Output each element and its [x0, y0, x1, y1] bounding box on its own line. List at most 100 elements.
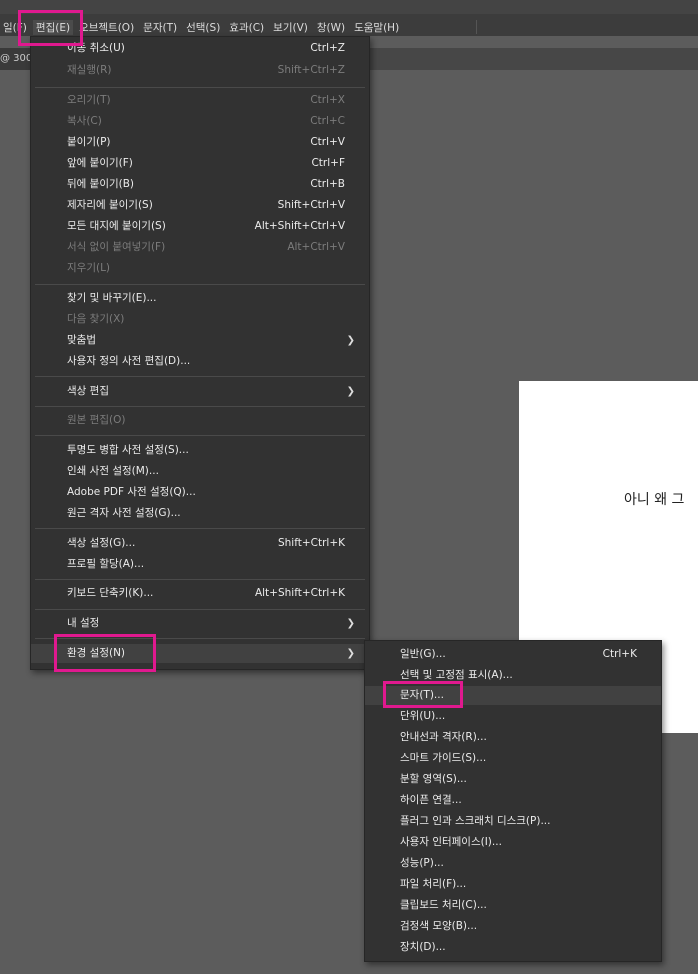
guides-grid-label: 안내선과 격자(R)...: [400, 731, 487, 743]
menu-separator: [35, 376, 365, 377]
keyboard-shortcuts-label: 키보드 단축키(K)...: [67, 587, 154, 599]
chevron-right-icon: ❯: [346, 648, 355, 659]
perspective-presets-label: 원근 격자 사전 설정(G)...: [67, 507, 181, 519]
submenu-item-hyphenation[interactable]: 하이픈 연결...: [365, 791, 661, 810]
menu-item-spelling[interactable]: 맞춤법 ❯: [31, 331, 369, 350]
submenu-item-units[interactable]: 단위(U)...: [365, 707, 661, 726]
submenu-item-selection-anchor[interactable]: 선택 및 고정점 표시(A)...: [365, 666, 661, 685]
clipboard-label: 클립보드 처리(C)...: [400, 899, 487, 911]
assign-profile-label: 프로필 할당(A)...: [67, 558, 145, 570]
paste-all-label: 모든 대지에 붙이기(S): [67, 220, 166, 232]
menu-item-transparency-presets[interactable]: 투명도 병합 사전 설정(S)...: [31, 441, 369, 460]
smart-guides-label: 스마트 가이드(S)...: [400, 752, 487, 764]
menu-item-perspective-presets[interactable]: 원근 격자 사전 설정(G)...: [31, 504, 369, 523]
menu-select[interactable]: 선택(S): [183, 20, 223, 35]
menu-object[interactable]: 오브젝트(O): [76, 20, 137, 35]
undo-label: 이동 취소(U): [67, 42, 125, 54]
menu-separator: [35, 406, 365, 407]
menu-item-paste-in-place[interactable]: 제자리에 붙이기(S) Shift+Ctrl+V: [31, 196, 369, 215]
custom-dictionary-label: 사용자 정의 사전 편집(D)...: [67, 355, 191, 367]
preferences-label: 환경 설정(N): [67, 647, 126, 659]
menu-item-paste[interactable]: 붙이기(P) Ctrl+V: [31, 133, 369, 152]
menu-item-pdf-presets[interactable]: Adobe PDF 사전 설정(Q)...: [31, 483, 369, 502]
menu-item-copy[interactable]: 복사(C) Ctrl+C: [31, 112, 369, 131]
paste-all-shortcut: Alt+Shift+Ctrl+V: [254, 220, 345, 232]
color-settings-shortcut: Shift+Ctrl+K: [277, 537, 345, 549]
menu-item-undo[interactable]: 이동 취소(U) Ctrl+Z: [31, 39, 369, 58]
paste-label: 붙이기(P): [67, 136, 111, 148]
preferences-submenu: 일반(G)... Ctrl+K 선택 및 고정점 표시(A)... 문자(T)..…: [364, 640, 662, 962]
transparency-presets-label: 투명도 병합 사전 설정(S)...: [67, 444, 189, 456]
menu-file[interactable]: 일(F): [0, 20, 30, 35]
menu-item-clear[interactable]: 지우기(L): [31, 259, 369, 278]
submenu-item-general[interactable]: 일반(G)... Ctrl+K: [365, 645, 661, 664]
menu-help[interactable]: 도움말(H): [351, 20, 402, 35]
menu-window[interactable]: 창(W): [314, 20, 348, 35]
document-tab-label: @ 300: [0, 53, 33, 64]
menu-separator: [35, 87, 365, 88]
menu-item-custom-dictionary[interactable]: 사용자 정의 사전 편집(D)...: [31, 352, 369, 371]
paste-in-place-label: 제자리에 붙이기(S): [67, 199, 153, 211]
submenu-item-black-appearance[interactable]: 검정색 모양(B)...: [365, 917, 661, 936]
redo-shortcut: Shift+Ctrl+Z: [277, 64, 345, 76]
menu-item-assign-profile[interactable]: 프로필 할당(A)...: [31, 555, 369, 574]
find-replace-label: 찾기 및 바꾸기(E)...: [67, 292, 157, 304]
plugins-scratch-label: 플러그 인과 스크래치 디스크(P)...: [400, 815, 551, 827]
menu-item-edit-original[interactable]: 원본 편집(O): [31, 411, 369, 430]
menu-edit[interactable]: 편집(E): [32, 19, 74, 35]
submenu-item-clipboard[interactable]: 클립보드 처리(C)...: [365, 896, 661, 915]
submenu-item-performance[interactable]: 성능(P)...: [365, 854, 661, 873]
cut-shortcut: Ctrl+X: [310, 94, 345, 106]
paste-front-shortcut: Ctrl+F: [311, 157, 345, 169]
undo-shortcut: Ctrl+Z: [310, 42, 345, 54]
menu-bar-divider: [476, 20, 477, 34]
spelling-label: 맞춤법: [67, 334, 96, 346]
clear-label: 지우기(L): [67, 262, 111, 274]
menu-item-preferences[interactable]: 환경 설정(N) ❯: [31, 644, 369, 663]
menu-item-redo[interactable]: 재실행(R) Shift+Ctrl+Z: [31, 61, 369, 80]
menu-item-paste-in-front[interactable]: 앞에 붙이기(F) Ctrl+F: [31, 154, 369, 173]
menu-view[interactable]: 보기(V): [270, 20, 311, 35]
submenu-item-plugins-scratch[interactable]: 플러그 인과 스크래치 디스크(P)...: [365, 812, 661, 831]
edit-colors-label: 색상 편집: [67, 385, 109, 397]
menu-item-paste-all-artboards[interactable]: 모든 대지에 붙이기(S) Alt+Shift+Ctrl+V: [31, 217, 369, 236]
menu-item-keyboard-shortcuts[interactable]: 키보드 단축키(K)... Alt+Shift+Ctrl+K: [31, 584, 369, 603]
paste-back-label: 뒤에 붙이기(B): [67, 178, 135, 190]
menu-item-print-presets[interactable]: 인쇄 사전 설정(M)...: [31, 462, 369, 481]
keyboard-shortcuts-shortcut: Alt+Shift+Ctrl+K: [254, 587, 345, 599]
menu-item-cut[interactable]: 오리기(T) Ctrl+X: [31, 91, 369, 110]
submenu-item-user-interface[interactable]: 사용자 인터페이스(I)...: [365, 833, 661, 852]
menu-item-find-next[interactable]: 다음 찾기(X): [31, 310, 369, 329]
black-appearance-label: 검정색 모양(B)...: [400, 920, 478, 932]
submenu-item-slices[interactable]: 분할 영역(S)...: [365, 770, 661, 789]
menu-bar: 일(F) 편집(E) 오브젝트(O) 문자(T) 선택(S) 효과(C) 보기(…: [0, 0, 698, 36]
menu-item-paste-without-format[interactable]: 서식 없이 붙여넣기(F) Alt+Ctrl+V: [31, 238, 369, 257]
general-shortcut: Ctrl+K: [602, 648, 637, 660]
hyphenation-label: 하이픈 연결...: [400, 794, 462, 806]
menu-item-color-settings[interactable]: 색상 설정(G)... Shift+Ctrl+K: [31, 534, 369, 553]
performance-label: 성능(P)...: [400, 857, 444, 869]
file-handling-label: 파일 처리(F)...: [400, 878, 467, 890]
submenu-item-type[interactable]: 문자(T)...: [365, 686, 661, 705]
menu-type[interactable]: 문자(T): [140, 20, 180, 35]
edit-menu-dropdown: 이동 취소(U) Ctrl+Z 재실행(R) Shift+Ctrl+Z 오리기(T)…: [30, 36, 370, 670]
menu-item-find-replace[interactable]: 찾기 및 바꾸기(E)...: [31, 289, 369, 308]
copy-label: 복사(C): [67, 115, 102, 127]
menu-item-my-settings[interactable]: 내 설정 ❯: [31, 614, 369, 633]
submenu-item-guides-grid[interactable]: 안내선과 격자(R)...: [365, 728, 661, 747]
submenu-item-file-handling[interactable]: 파일 처리(F)...: [365, 875, 661, 894]
my-settings-label: 내 설정: [67, 617, 100, 629]
menu-separator: [35, 609, 365, 610]
paste-shortcut: Ctrl+V: [310, 136, 345, 148]
user-interface-label: 사용자 인터페이스(I)...: [400, 836, 502, 848]
menu-effect[interactable]: 효과(C): [226, 20, 267, 35]
submenu-item-devices[interactable]: 장치(D)...: [365, 938, 661, 957]
devices-label: 장치(D)...: [400, 941, 446, 953]
units-label: 단위(U)...: [400, 710, 446, 722]
submenu-item-smart-guides[interactable]: 스마트 가이드(S)...: [365, 749, 661, 768]
menu-separator: [35, 638, 365, 639]
menu-item-edit-colors[interactable]: 색상 편집 ❯: [31, 382, 369, 401]
menu-item-paste-in-back[interactable]: 뒤에 붙이기(B) Ctrl+B: [31, 175, 369, 194]
menu-separator: [35, 528, 365, 529]
paste-front-label: 앞에 붙이기(F): [67, 157, 133, 169]
